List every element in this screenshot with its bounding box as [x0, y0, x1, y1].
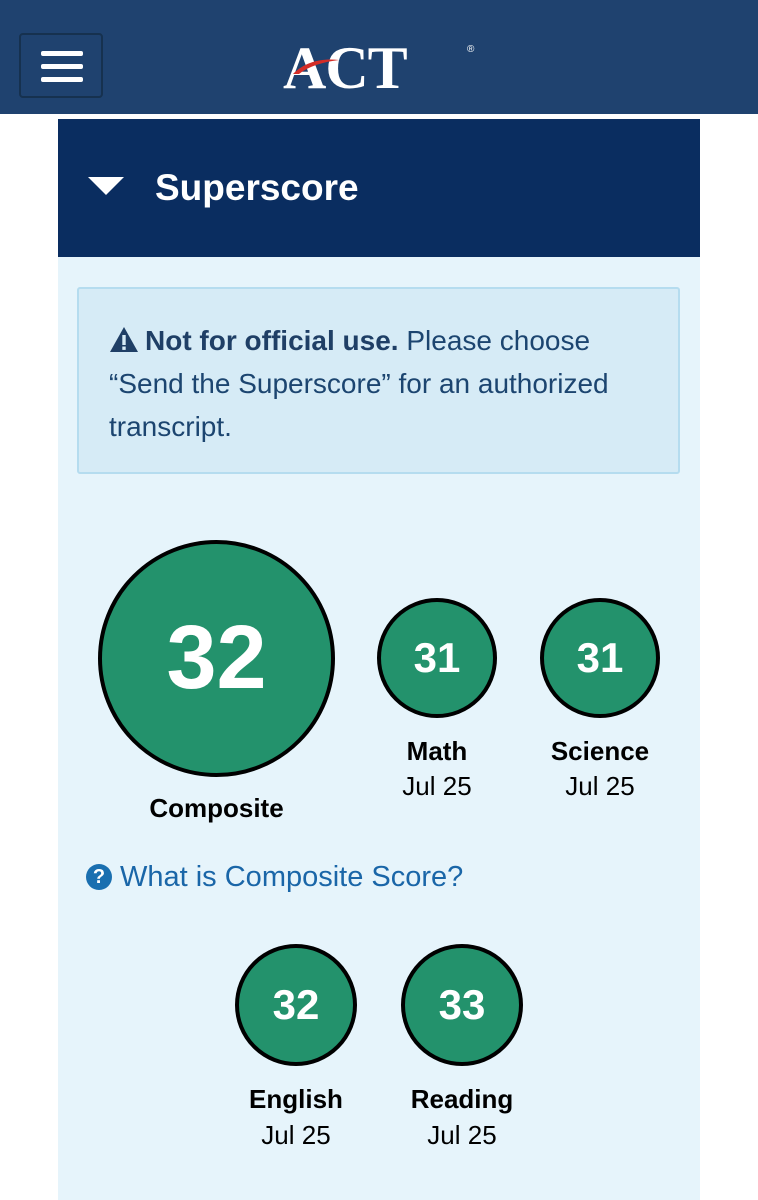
- question-circle-icon: ?: [86, 864, 112, 890]
- math-score-circle: 31: [377, 598, 497, 718]
- composite-score-help-link[interactable]: ? What is Composite Score?: [86, 861, 463, 894]
- english-score-value: 32: [272, 981, 320, 1028]
- warning-triangle-icon: [110, 327, 138, 352]
- english-date: Jul 25: [261, 1120, 331, 1150]
- composite-score-value: 32: [166, 608, 267, 708]
- composite-score-circle: 32: [98, 540, 335, 777]
- superscore-panel: Superscore Not for official use. Please …: [58, 119, 700, 1200]
- reading-date: Jul 25: [427, 1120, 497, 1150]
- superscore-panel-header[interactable]: Superscore: [58, 119, 700, 257]
- menu-button[interactable]: [19, 33, 103, 98]
- science-label: Science: [550, 736, 650, 766]
- notice-text: Not for official use. Please choose “Sen…: [109, 319, 659, 448]
- act-logo[interactable]: ACT ®: [283, 38, 483, 98]
- science-date: Jul 25: [565, 771, 635, 801]
- reading-score-value: 33: [438, 981, 486, 1028]
- math-label: Math: [406, 736, 468, 766]
- top-navigation-bar: ACT ®: [0, 0, 758, 114]
- reading-label: Reading: [410, 1084, 514, 1114]
- caret-down-icon: [88, 177, 124, 195]
- science-score-circle: 31: [540, 598, 660, 718]
- logo-swoosh-icon: [293, 59, 339, 74]
- english-label: English: [249, 1084, 343, 1114]
- math-date: Jul 25: [402, 771, 472, 801]
- science-score-value: 31: [576, 634, 624, 681]
- composite-label: Composite: [149, 793, 284, 823]
- english-score-circle: 32: [235, 944, 357, 1066]
- unofficial-notice: Not for official use. Please choose “Sen…: [77, 287, 680, 474]
- logo-registered-mark: ®: [467, 44, 475, 55]
- math-score-value: 31: [413, 634, 461, 681]
- notice-bold-text: Not for official use.: [145, 325, 399, 356]
- panel-title: Superscore: [155, 167, 359, 208]
- reading-score-circle: 33: [401, 944, 523, 1066]
- help-link-text: What is Composite Score?: [120, 861, 464, 893]
